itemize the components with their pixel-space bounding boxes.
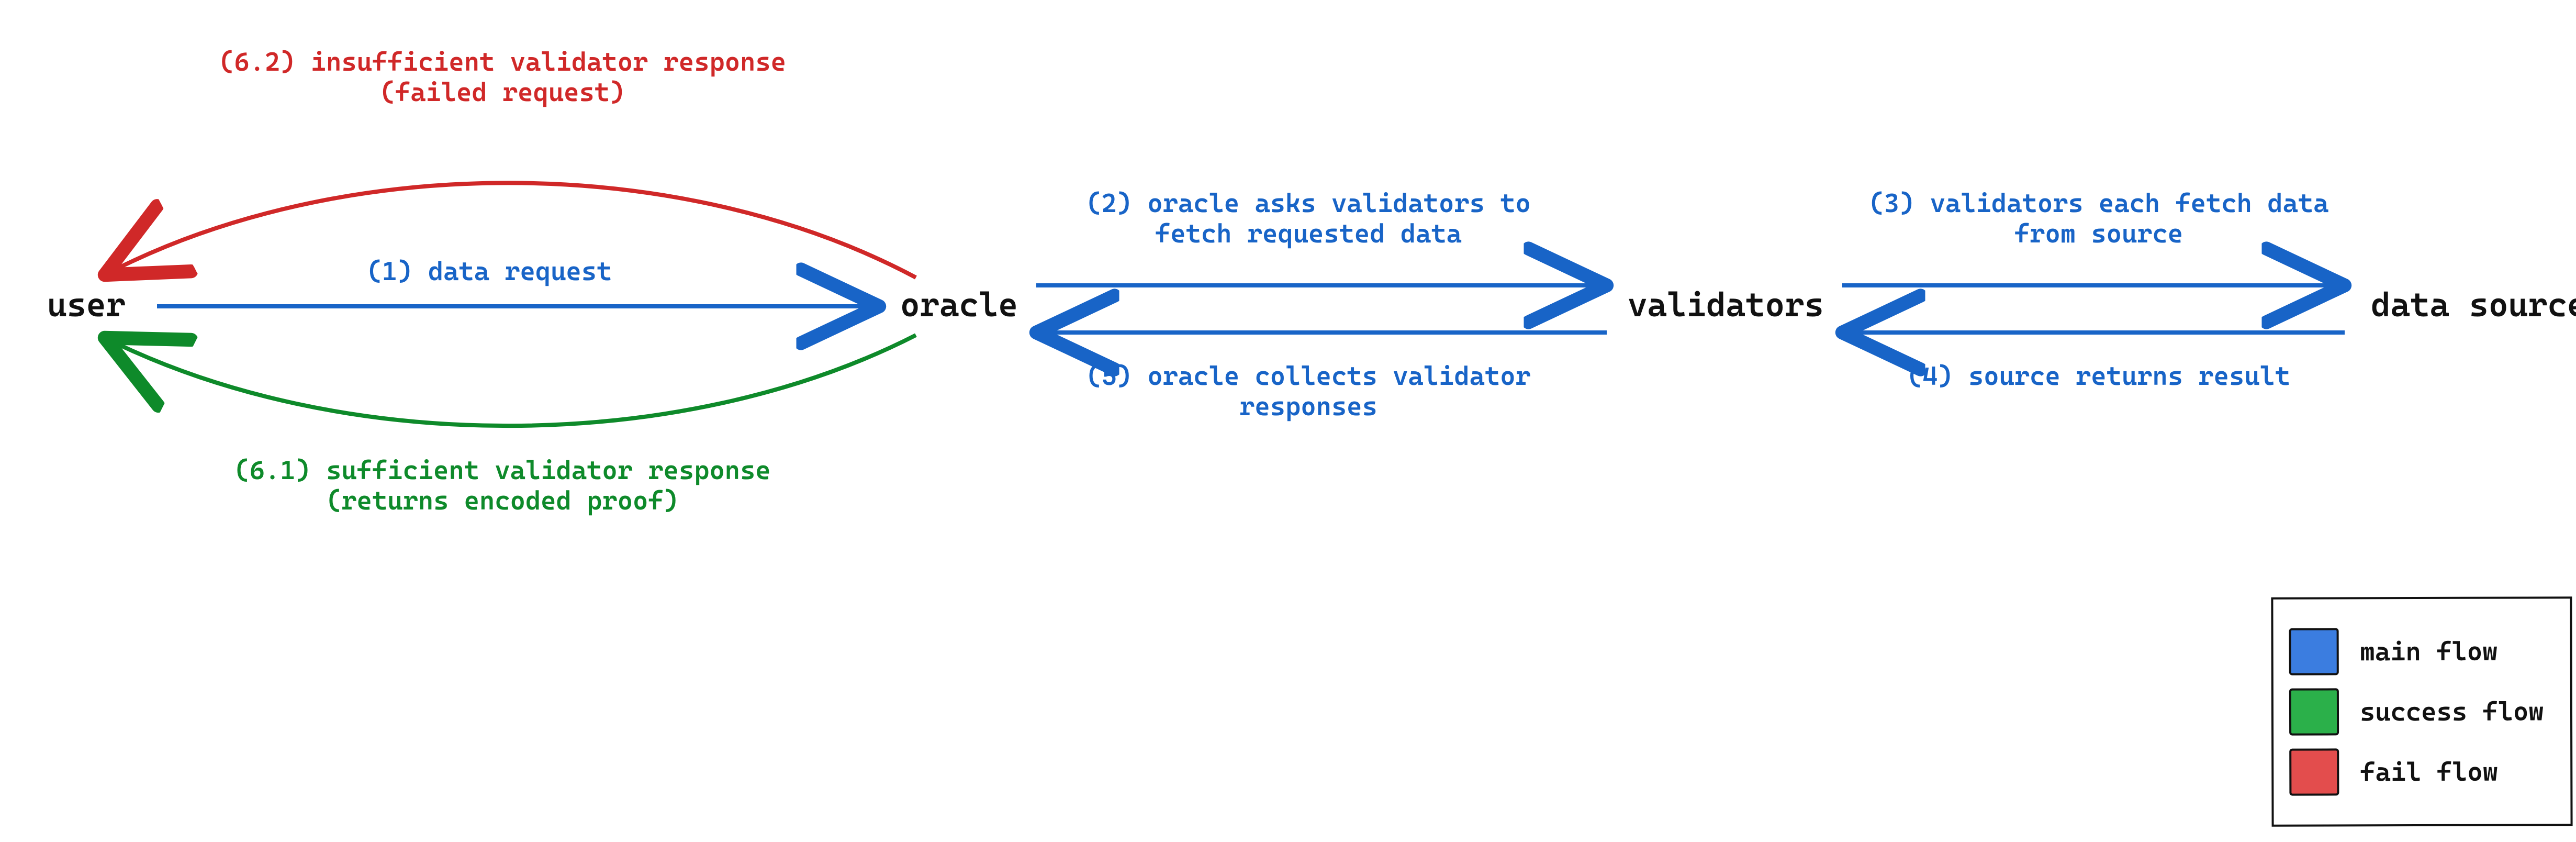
node-user: user bbox=[47, 285, 126, 324]
node-data-source: data source bbox=[2371, 285, 2576, 324]
label-step5: (5) oracle collects validator responses bbox=[1068, 361, 1549, 422]
legend-swatch-red-icon bbox=[2289, 748, 2339, 795]
node-oracle: oracle bbox=[900, 285, 1018, 324]
label-step1: (1) data request bbox=[345, 257, 633, 287]
legend-label-main: main flow bbox=[2360, 636, 2498, 667]
legend-row-success: success flow bbox=[2289, 688, 2544, 735]
label-step6-2: (6.2) insufficient validator response (f… bbox=[199, 47, 806, 107]
legend-swatch-green-icon bbox=[2289, 688, 2339, 735]
legend-swatch-blue-icon bbox=[2289, 628, 2339, 675]
legend-label-success: success flow bbox=[2360, 696, 2544, 727]
legend-row-fail: fail flow bbox=[2289, 748, 2544, 795]
label-step4: (4) source returns result bbox=[1868, 361, 2329, 392]
label-step6-1: (6.1) sufficient validator response (ret… bbox=[209, 456, 796, 516]
label-step3: (3) validators each fetch data from sour… bbox=[1858, 189, 2339, 249]
diagram-canvas: user oracle validators data source (1) d… bbox=[0, 0, 2576, 842]
label-step2: (2) oracle asks validators to fetch requ… bbox=[1068, 189, 1549, 249]
legend-row-main: main flow bbox=[2289, 627, 2544, 675]
legend-label-fail: fail flow bbox=[2360, 757, 2498, 788]
legend-box: main flow success flow fail flow bbox=[2271, 596, 2572, 827]
node-validators: validators bbox=[1628, 285, 1824, 324]
arrow-step6-1 bbox=[105, 335, 916, 426]
